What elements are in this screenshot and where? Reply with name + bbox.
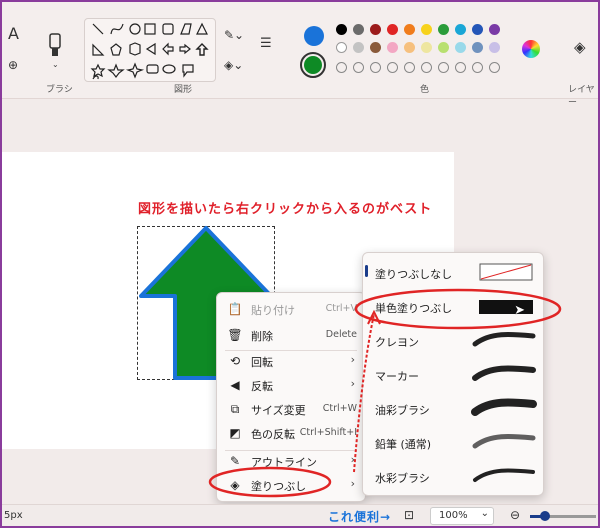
text-tool-icon[interactable]: A (8, 24, 19, 43)
zoom-tool-icon[interactable]: ⊕ (8, 58, 18, 72)
paste-icon: 📋 (227, 302, 243, 316)
layout-tool-icon[interactable]: ☰ (260, 36, 272, 51)
shapes-group-label: 図形 (174, 85, 193, 95)
status-bar: 5px これ便利→ ⊡ 100% ⌄ ⊖ (2, 504, 598, 526)
ribbon: A ⊕ ⌄ ブラシ 図形 ✎⌄ ◈⌄ ☰ 色 ◈ レイヤー (2, 2, 598, 108)
chevron-right-icon: › (350, 353, 355, 366)
menu-item-outline[interactable]: ✎ アウトライン › (217, 449, 365, 473)
crayon-stroke-preview (472, 331, 536, 347)
fill-option-none[interactable]: 塗りつぶしなし (363, 255, 543, 289)
colors-group-label: 色 (420, 85, 430, 95)
chevron-right-icon: › (350, 477, 355, 490)
brush-icon (49, 33, 61, 56)
chevron-down-icon: ⌄ (480, 508, 489, 519)
annotation-handy: これ便利→ (328, 510, 392, 524)
fill-option-watercolor[interactable]: 水彩ブラシ (363, 459, 543, 493)
chevron-right-icon: › (350, 453, 355, 466)
rotate-icon: ⟲ (229, 354, 241, 368)
pencil-stroke-preview (472, 433, 536, 449)
marker-stroke-preview (472, 365, 536, 381)
fill-tool-icon[interactable]: ◈⌄ (224, 58, 243, 72)
zoom-slider-thumb[interactable] (540, 511, 550, 521)
color-palette[interactable] (336, 24, 516, 84)
fill-option-crayon[interactable]: クレヨン (363, 323, 543, 357)
flip-icon: ◀ (230, 378, 240, 392)
brush-size-readout: 5px (4, 510, 23, 521)
zoom-dropdown[interactable]: 100% ⌄ (430, 507, 494, 525)
fill-option-marker[interactable]: マーカー (363, 357, 543, 391)
paint-window: A ⊕ ⌄ ブラシ 図形 ✎⌄ ◈⌄ ☰ 色 ◈ レイヤー 図形を描いたら右クリ… (0, 0, 600, 528)
menu-item-invert-color[interactable]: ◩ 色の反転 Ctrl+Shift+I (217, 421, 365, 445)
outline-icon: ✎ (229, 454, 241, 468)
menu-item-fill[interactable]: ◈ 塗りつぶし › (217, 473, 365, 497)
color-wheel-icon[interactable] (522, 40, 540, 58)
menu-item-resize[interactable]: ⧉ サイズ変更 Ctrl+W (217, 397, 365, 421)
layers-group-label: レイヤー (568, 85, 595, 108)
trash-icon: 🗑 (227, 328, 243, 342)
context-menu: 📋 貼り付け Ctrl+V 🗑 削除 Delete ⟲ 回転 › ◀ 反転 › … (216, 292, 366, 502)
invert-icon: ◩ (229, 426, 241, 440)
brush-dropdown-icon[interactable]: ⌄ (52, 60, 59, 69)
fill-option-pencil[interactable]: 鉛筆 (通常) (363, 425, 543, 459)
fill-icon: ◈ (230, 478, 240, 492)
layers-icon[interactable]: ◈ (574, 38, 586, 56)
menu-item-flip[interactable]: ◀ 反転 › (217, 373, 365, 397)
menu-item-paste[interactable]: 📋 貼り付け Ctrl+V (217, 297, 365, 321)
secondary-color-swatch[interactable] (300, 52, 326, 78)
mouse-cursor-icon: ➤ (514, 303, 525, 318)
no-fill-preview (479, 263, 533, 281)
fill-option-oil-brush[interactable]: 油彩ブラシ (363, 391, 543, 425)
fit-to-window-icon[interactable]: ⊡ (404, 508, 414, 522)
primary-color-swatch[interactable] (304, 26, 324, 46)
chevron-right-icon: › (350, 377, 355, 390)
fill-submenu: 塗りつぶしなし 単色塗りつぶし ➤ クレヨン マーカー 油彩ブラシ 鉛筆 (通常… (362, 252, 544, 496)
brush-group-label: ブラシ (46, 85, 73, 95)
outline-tool-icon[interactable]: ✎⌄ (224, 28, 244, 42)
shapes-icons (90, 22, 209, 80)
brush-button[interactable] (44, 32, 66, 62)
zoom-out-icon[interactable]: ⊖ (510, 508, 520, 522)
zoom-slider[interactable] (530, 511, 596, 521)
resize-icon: ⧉ (230, 402, 240, 416)
menu-item-rotate[interactable]: ⟲ 回転 › (217, 349, 365, 373)
annotation-title: 図形を描いたら右クリックから入るのがベスト (138, 202, 433, 217)
oil-brush-stroke-preview (471, 398, 537, 416)
watercolor-stroke-preview (473, 468, 535, 482)
shapes-gallery[interactable] (84, 18, 216, 82)
menu-item-delete[interactable]: 🗑 削除 Delete (217, 323, 365, 347)
fill-option-solid[interactable]: 単色塗りつぶし ➤ (363, 289, 543, 323)
